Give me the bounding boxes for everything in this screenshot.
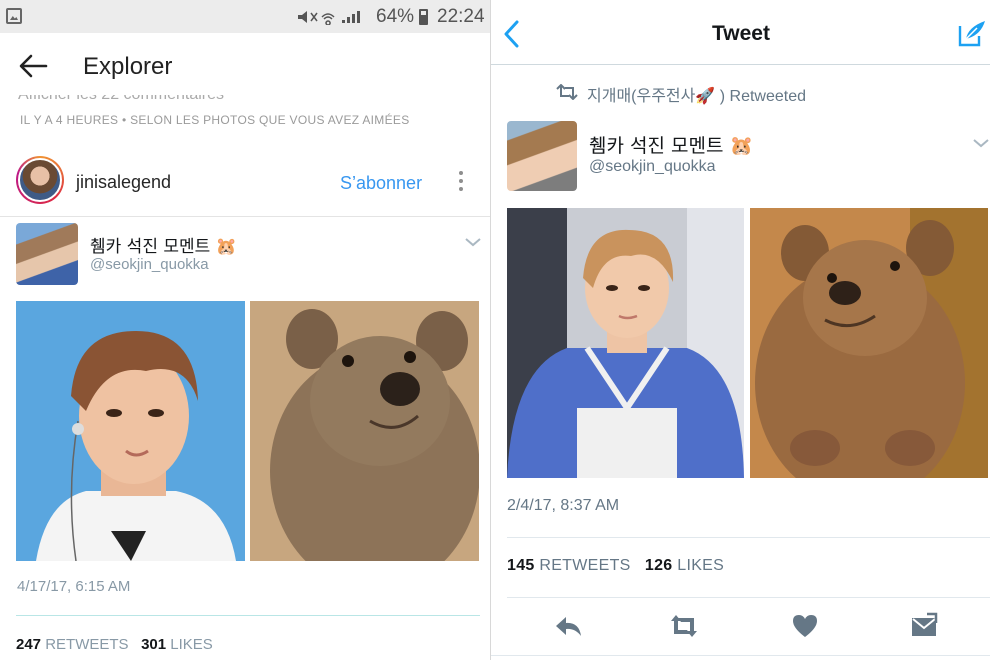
chevron-down-icon — [465, 238, 481, 247]
page-title: Tweet — [712, 22, 770, 45]
divider — [0, 216, 490, 217]
tweet-author-name: 췜카 석진 모멘트 🐹 — [90, 237, 237, 257]
chevron-down-icon[interactable] — [973, 138, 989, 148]
tweet-author-handle[interactable]: @seokjin_quokka — [589, 158, 716, 176]
gallery-notification-icon — [6, 8, 22, 24]
retweeted-by-label[interactable]: 지개매(우주전사🚀 ) Retweeted — [587, 82, 806, 106]
compose-icon[interactable] — [957, 18, 987, 48]
like-count: 301 — [141, 636, 167, 653]
tweet-photo-person[interactable] — [507, 208, 744, 478]
status-icons — [298, 11, 360, 25]
reply-icon[interactable] — [553, 612, 583, 640]
tweet-timestamp: 2/4/17, 8:37 AM — [507, 497, 620, 514]
tweet-photo-quokka[interactable] — [750, 208, 988, 478]
explorer-app-bar: Explorer — [0, 33, 490, 99]
post-header: jinisalegend S’abonner — [0, 152, 490, 212]
android-status-bar: 64% 22:24 — [0, 0, 490, 33]
divider — [507, 597, 990, 598]
more-vertical-icon[interactable] — [454, 168, 468, 194]
retweet-icon[interactable] — [669, 612, 699, 640]
post-username[interactable]: jinisalegend — [76, 172, 171, 193]
tweet-avatar — [16, 223, 78, 285]
post-meta: IL Y A 4 HEURES • SELON LES PHOTOS QUE V… — [20, 113, 410, 127]
page-title: Explorer — [83, 53, 173, 80]
instagram-explorer-screen: 64% 22:24 Explorer Afficher les 22 comme… — [0, 0, 490, 660]
wifi-icon — [321, 13, 335, 25]
mute-icon — [298, 11, 307, 23]
divider — [16, 615, 480, 616]
direct-message-icon[interactable] — [909, 612, 939, 640]
twitter-tweet-screen: Tweet 지개매(우주전사🚀 ) Retweeted 췜카 석진 모멘트 🐹 … — [490, 0, 990, 660]
retweet-small-icon — [556, 84, 578, 100]
avatar[interactable] — [16, 156, 64, 204]
retweets-label[interactable]: RETWEETS — [539, 557, 630, 574]
like-count[interactable]: 126 — [645, 557, 673, 574]
tweet-timestamp: 4/17/17, 6:15 AM — [17, 578, 131, 595]
divider — [507, 537, 990, 538]
tweet-author-name[interactable]: 췜카 석진 모멘트 🐹 — [589, 131, 753, 158]
tweet-nav-bar: Tweet — [491, 0, 990, 65]
battery-icon — [419, 9, 428, 25]
retweets-label: RETWEETS — [45, 636, 129, 653]
likes-label[interactable]: LIKES — [677, 557, 724, 574]
retweet-count[interactable]: 145 — [507, 557, 535, 574]
tweet-avatar[interactable] — [507, 121, 577, 191]
tweet-stats: 145 RETWEETS 126 LIKES — [507, 557, 724, 575]
signal-icon — [342, 11, 360, 23]
likes-label: LIKES — [170, 636, 213, 653]
tweet-author-handle: @seokjin_quokka — [90, 256, 209, 273]
tweet-action-bar — [491, 612, 990, 642]
tweet-photo-quokka — [250, 301, 479, 561]
status-clock: 22:24 — [437, 6, 485, 27]
tweet-stats: 247 RETWEETS 301 LIKES — [16, 636, 213, 653]
divider — [491, 655, 990, 656]
tweet-photo-person — [16, 301, 245, 561]
arrow-left-icon[interactable] — [18, 53, 48, 79]
retweet-count: 247 — [16, 636, 42, 653]
battery-percent: 64% — [376, 6, 415, 27]
follow-button[interactable]: S’abonner — [340, 173, 422, 194]
heart-icon[interactable] — [790, 612, 820, 640]
